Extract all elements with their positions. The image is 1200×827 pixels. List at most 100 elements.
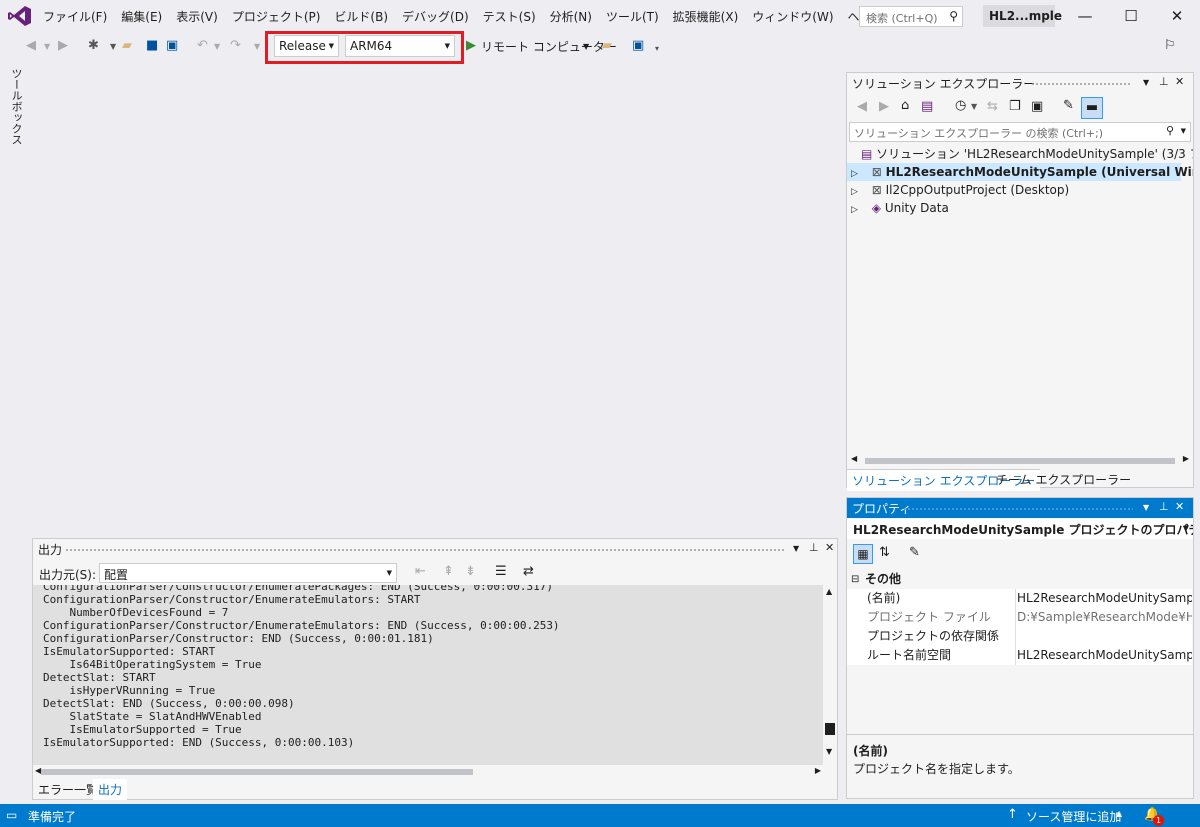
maximize-button[interactable]: ☐: [1108, 0, 1154, 32]
scroll-right-icon[interactable]: ▶: [815, 766, 821, 775]
alphabetical-icon[interactable]: ⇅: [879, 545, 890, 560]
back-dropdown-icon[interactable]: ▼: [44, 42, 50, 51]
forward-icon[interactable]: ▶: [879, 99, 889, 114]
close-icon[interactable]: ✕: [825, 541, 834, 554]
grid-divider[interactable]: [1015, 589, 1016, 665]
home-icon[interactable]: ⌂: [901, 98, 909, 113]
property-row[interactable]: (名前) HL2ResearchModeUnitySample: [847, 589, 1192, 608]
close-window-button[interactable]: ✕: [1154, 0, 1200, 32]
scroll-left-icon[interactable]: ◀: [851, 454, 857, 463]
redo-dropdown-icon[interactable]: ▼: [254, 42, 260, 51]
menu-item[interactable]: 拡張機能(X): [666, 8, 746, 25]
new-item-dropdown-icon[interactable]: ▼: [110, 42, 116, 51]
menu-item[interactable]: 表示(V): [169, 8, 225, 25]
scroll-thumb[interactable]: [865, 458, 1175, 464]
tree-item-unity-data[interactable]: ▷ ◈ Unity Data: [847, 199, 949, 217]
new-project-icon[interactable]: ✱: [88, 38, 99, 53]
window-position-icon[interactable]: ▼: [1143, 78, 1149, 87]
menu-item[interactable]: テスト(S): [476, 8, 543, 25]
scroll-up-icon[interactable]: ▲: [826, 587, 832, 596]
search-box[interactable]: 検索 (Ctrl+Q) ⚲: [859, 6, 963, 27]
scroll-down-icon[interactable]: ▼: [826, 747, 832, 756]
solution-node[interactable]: ▤ ソリューション 'HL2ResearchModeUnitySample' (…: [857, 145, 1193, 163]
window-position-icon[interactable]: ▼: [793, 544, 799, 553]
pin-icon[interactable]: ⊥: [1159, 75, 1169, 88]
open-folder-icon[interactable]: ▰: [122, 38, 132, 53]
window-position-icon[interactable]: ▼: [1143, 503, 1149, 512]
show-all-files-icon[interactable]: ▣: [1031, 99, 1043, 114]
run-target-label[interactable]: リモート コンピューター: [481, 38, 617, 55]
menu-item[interactable]: 分析(N): [543, 8, 599, 25]
tree-item-il2cppoutputproject[interactable]: ▷ ⊠ Il2CppOutputProject (Desktop): [847, 181, 1069, 199]
scroll-thumb[interactable]: [41, 769, 473, 775]
close-icon[interactable]: ✕: [1175, 75, 1184, 88]
back-icon[interactable]: ◀: [857, 99, 867, 114]
back-icon[interactable]: ◀: [26, 38, 36, 53]
search-options-icon[interactable]: ▼: [1181, 127, 1186, 135]
switch-views-icon[interactable]: ▤: [921, 99, 933, 114]
visual-studio-logo-icon[interactable]: [8, 5, 32, 27]
run-target-dropdown-icon[interactable]: ▼: [583, 42, 589, 51]
save-all-icon[interactable]: ▣: [166, 38, 178, 53]
previous-message-icon[interactable]: ⇞: [443, 564, 454, 579]
preview-selected-icon[interactable]: ▬: [1081, 97, 1103, 119]
solution-hscrollbar[interactable]: ◀ ▶: [849, 454, 1191, 468]
output-text-area[interactable]: ConfigurationParser/Constructor/Enumerat…: [33, 585, 823, 765]
clear-all-icon[interactable]: ☰: [495, 564, 507, 579]
pin-icon[interactable]: ⊥: [1159, 500, 1169, 513]
expand-icon[interactable]: ▷: [851, 169, 858, 179]
property-row[interactable]: ルート名前空間 HL2ResearchModeUnitySample: [847, 646, 1192, 665]
expand-icon[interactable]: ▷: [851, 205, 858, 215]
drag-handle[interactable]: [903, 507, 1133, 511]
toolbox-tab[interactable]: ツールボックス: [8, 68, 24, 148]
menu-item[interactable]: デバッグ(D): [395, 8, 476, 25]
undo-dropdown-icon[interactable]: ▼: [214, 42, 220, 51]
tab-team-explorer[interactable]: チーム エクスプローラー: [991, 469, 1136, 490]
collapse-icon[interactable]: ⊟: [851, 570, 859, 589]
find-in-files-icon[interactable]: ▰: [602, 38, 612, 53]
menu-item[interactable]: プロジェクト(P): [225, 8, 328, 25]
expand-icon[interactable]: ▷: [851, 187, 858, 197]
chevron-up-icon[interactable]: ▲: [1116, 809, 1122, 818]
output-source-combo[interactable]: 配置 ▼: [99, 563, 397, 583]
filter-dropdown-icon[interactable]: ▼: [971, 102, 977, 111]
menu-item[interactable]: ウィンドウ(W): [745, 8, 840, 25]
tree-item-hl2researchmodeunitysample[interactable]: ▷ ⊠ HL2ResearchModeUnitySample (Universa…: [847, 163, 1193, 181]
pin-icon[interactable]: ⊥: [809, 541, 819, 554]
tab-output[interactable]: 出力: [93, 779, 128, 800]
undo-icon[interactable]: ↶: [197, 38, 208, 53]
menu-item[interactable]: ファイル(F): [36, 8, 114, 25]
find-message-icon[interactable]: ⇤: [415, 564, 426, 579]
property-value[interactable]: HL2ResearchModeUnitySample: [1017, 646, 1192, 665]
close-icon[interactable]: ✕: [1175, 500, 1184, 513]
drag-handle[interactable]: [1031, 82, 1131, 86]
start-debug-icon[interactable]: ▶: [466, 38, 476, 53]
device-window-icon[interactable]: ▣: [632, 38, 644, 53]
drag-handle[interactable]: [65, 548, 785, 552]
output-hscrollbar[interactable]: ◀ ▶: [33, 765, 823, 779]
sync-icon[interactable]: ⇆: [987, 99, 998, 114]
property-pages-icon[interactable]: ✎: [909, 545, 920, 560]
menu-item[interactable]: 編集(E): [114, 8, 169, 25]
properties-object-selector[interactable]: HL2ResearchModeUnitySample プロジェクトのプロパティ …: [847, 519, 1193, 539]
property-value[interactable]: HL2ResearchModeUnitySample: [1017, 589, 1192, 608]
live-share-icon[interactable]: ⚐: [1164, 38, 1176, 53]
category-row[interactable]: ⊟ その他: [847, 570, 1192, 589]
toolbar-options-icon[interactable]: ▾: [655, 44, 659, 53]
save-icon[interactable]: ■: [146, 38, 158, 53]
scroll-thumb[interactable]: [825, 723, 835, 735]
properties-icon[interactable]: ✎: [1063, 98, 1074, 113]
pending-changes-icon[interactable]: ◷: [955, 98, 966, 113]
property-row[interactable]: プロジェクト ファイル D:¥Sample¥ResearchMode¥Holol: [847, 608, 1192, 627]
property-row[interactable]: プロジェクトの依存関係: [847, 627, 1192, 646]
collapse-all-icon[interactable]: ❐: [1009, 99, 1021, 114]
source-control-label[interactable]: ソース管理に追加: [1026, 808, 1121, 825]
next-message-icon[interactable]: ⇟: [465, 564, 476, 579]
property-value[interactable]: D:¥Sample¥ResearchMode¥Holol: [1017, 608, 1192, 627]
minimize-button[interactable]: —: [1062, 0, 1108, 32]
menu-item[interactable]: ビルド(B): [327, 8, 395, 25]
scroll-right-icon[interactable]: ▶: [1183, 454, 1189, 463]
forward-icon[interactable]: ▶: [58, 38, 68, 53]
solution-explorer-search[interactable]: ソリューション エクスプローラー の検索 (Ctrl+;) ⚲ ▼: [849, 122, 1191, 142]
categorized-icon[interactable]: ▦: [853, 544, 873, 564]
